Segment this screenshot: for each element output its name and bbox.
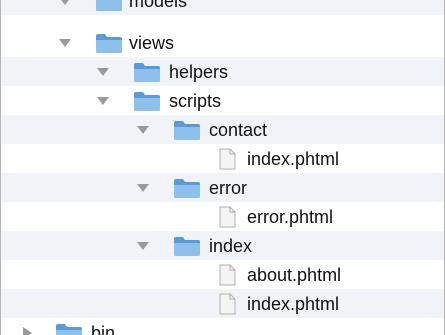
tree-item-label: scripts	[169, 91, 222, 111]
disclosure-down-icon[interactable]	[137, 184, 149, 192]
folder-icon	[173, 235, 201, 257]
disclosure-down-icon[interactable]	[59, 0, 71, 5]
folder-icon	[55, 322, 83, 335]
tree-item-label: views	[129, 33, 175, 53]
tree-row-helpers[interactable]: helpers	[1, 57, 444, 86]
tree-row-error[interactable]: error	[1, 173, 444, 202]
tree-row-index[interactable]: index	[1, 231, 444, 260]
file-icon	[213, 264, 241, 286]
file-icon	[213, 293, 241, 315]
disclosure-down-icon[interactable]	[97, 97, 109, 105]
folder-icon	[133, 61, 161, 83]
tree-row-contact[interactable]: contact	[1, 115, 444, 144]
folder-icon	[133, 90, 161, 112]
tree-item-label: bin	[91, 323, 116, 335]
tree-item-label: helpers	[169, 62, 229, 82]
tree-row-index-index-phtml[interactable]: index.phtml	[1, 289, 444, 318]
tree-item-label: index.phtml	[247, 294, 340, 314]
tree-row-contact-index-phtml[interactable]: index.phtml	[1, 144, 444, 173]
file-icon	[213, 148, 241, 170]
disclosure-down-icon[interactable]	[97, 68, 109, 76]
folder-icon	[173, 119, 201, 141]
tree-row-about-phtml[interactable]: about.phtml	[1, 260, 444, 289]
tree-row-views[interactable]: views	[1, 28, 444, 57]
tree-row-bin[interactable]: bin	[1, 318, 444, 335]
tree-item-label: index	[209, 236, 253, 256]
disclosure-down-icon[interactable]	[137, 126, 149, 134]
folder-icon	[95, 0, 123, 12]
folder-icon	[95, 32, 123, 54]
tree-row-scripts[interactable]: scripts	[1, 86, 444, 115]
disclosure-right-icon[interactable]	[23, 327, 32, 335]
folder-icon	[173, 177, 201, 199]
tree-item-label: index.phtml	[247, 149, 340, 169]
disclosure-down-icon[interactable]	[137, 242, 149, 250]
disclosure-down-icon[interactable]	[59, 39, 71, 47]
tree-row-models[interactable]: models	[1, 0, 444, 15]
file-tree: models views helpers scripts contact ind…	[0, 0, 445, 335]
file-icon	[213, 206, 241, 228]
tree-row-error-phtml[interactable]: error.phtml	[1, 202, 444, 231]
tree-item-label: error.phtml	[247, 207, 334, 227]
tree-item-label: about.phtml	[247, 265, 342, 285]
tree-item-label: models	[129, 0, 188, 11]
tree-item-label: error	[209, 178, 248, 198]
tree-item-label: contact	[209, 120, 268, 140]
